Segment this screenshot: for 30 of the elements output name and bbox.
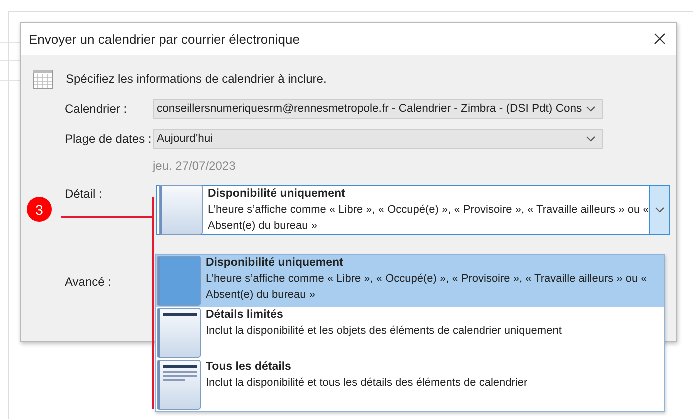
option-description: L’heure s’affiche comme « Libre », « Occupé(e) », « Provisoire », « Travaille ailleurs » ou « Absent(e) du bureau » — [208, 202, 650, 234]
thumbnail-icon — [157, 360, 201, 410]
field-label: Calendrier : — [65, 102, 128, 116]
date-text: jeu. 27/07/2023 — [153, 159, 237, 173]
instruction-text: Spécifiez les informations de calendrier à inclure. — [66, 72, 327, 86]
dropdown-field[interactable]: Aujourd'hui — [153, 129, 603, 149]
chevron-icon — [586, 136, 596, 142]
field-label: Détail : — [65, 186, 104, 201]
option-title: Détails limités — [206, 308, 284, 323]
dropdown-option[interactable]: Détails limités Inclut la disponibilité et les objets des éléments de calendrier uniquement — [156, 307, 664, 359]
thumbnail-icon — [157, 308, 201, 358]
option-title: Disponibilité uniquement — [206, 256, 344, 271]
dropdown-option[interactable]: Tous les détails Inclut la disponibilité et tous les détails des éléments de calendrier — [156, 359, 664, 411]
close-icon[interactable] — [654, 33, 666, 45]
option-description: Inclut la disponibilité et les objets des éléments de calendrier uniquement — [206, 324, 563, 339]
field-label: Plage de dates : — [65, 132, 153, 146]
window-title: Envoyer un calendrier par courrier électronique — [29, 32, 300, 46]
option-description: L’heure s’affiche comme « Libre », « Occupé(e) », « Provisoire », « Travaille ailleurs » ou « Absent(e) du bureau » — [206, 272, 648, 303]
dropdown-option[interactable]: Disponibilité uniquement L’heure s’affiche comme « Libre », « Occupé(e) », « Provisoire », « Travaille ailleurs » ou « Absent(e) du bureau » — [156, 255, 664, 307]
thumbnail-icon — [157, 256, 201, 306]
option-description: Inclut la disponibilité et tous les détails des éléments de calendrier — [206, 376, 529, 391]
dropdown-field[interactable]: conseillersnumeriquesrm@rennesmetropole.fr - Calendrier - Zimbra - (DSI Pdt) Cons — [153, 99, 603, 119]
chevron-icon[interactable] — [654, 207, 664, 213]
field-label: Avancé : — [65, 275, 112, 289]
detail-dropdown[interactable]: Disponibilité uniquement L’heure s’affiche comme « Libre », « Occupé(e) », « Provisoire », « Travaille ailleurs » ou « Absent(e) du bureau » — [156, 185, 670, 235]
option-title: Tous les détails — [206, 360, 292, 375]
chevron-icon — [586, 106, 596, 112]
option-title: Disponibilité uniquement — [208, 186, 346, 202]
thumbnail-icon — [159, 185, 203, 235]
calendar-icon — [33, 70, 53, 88]
